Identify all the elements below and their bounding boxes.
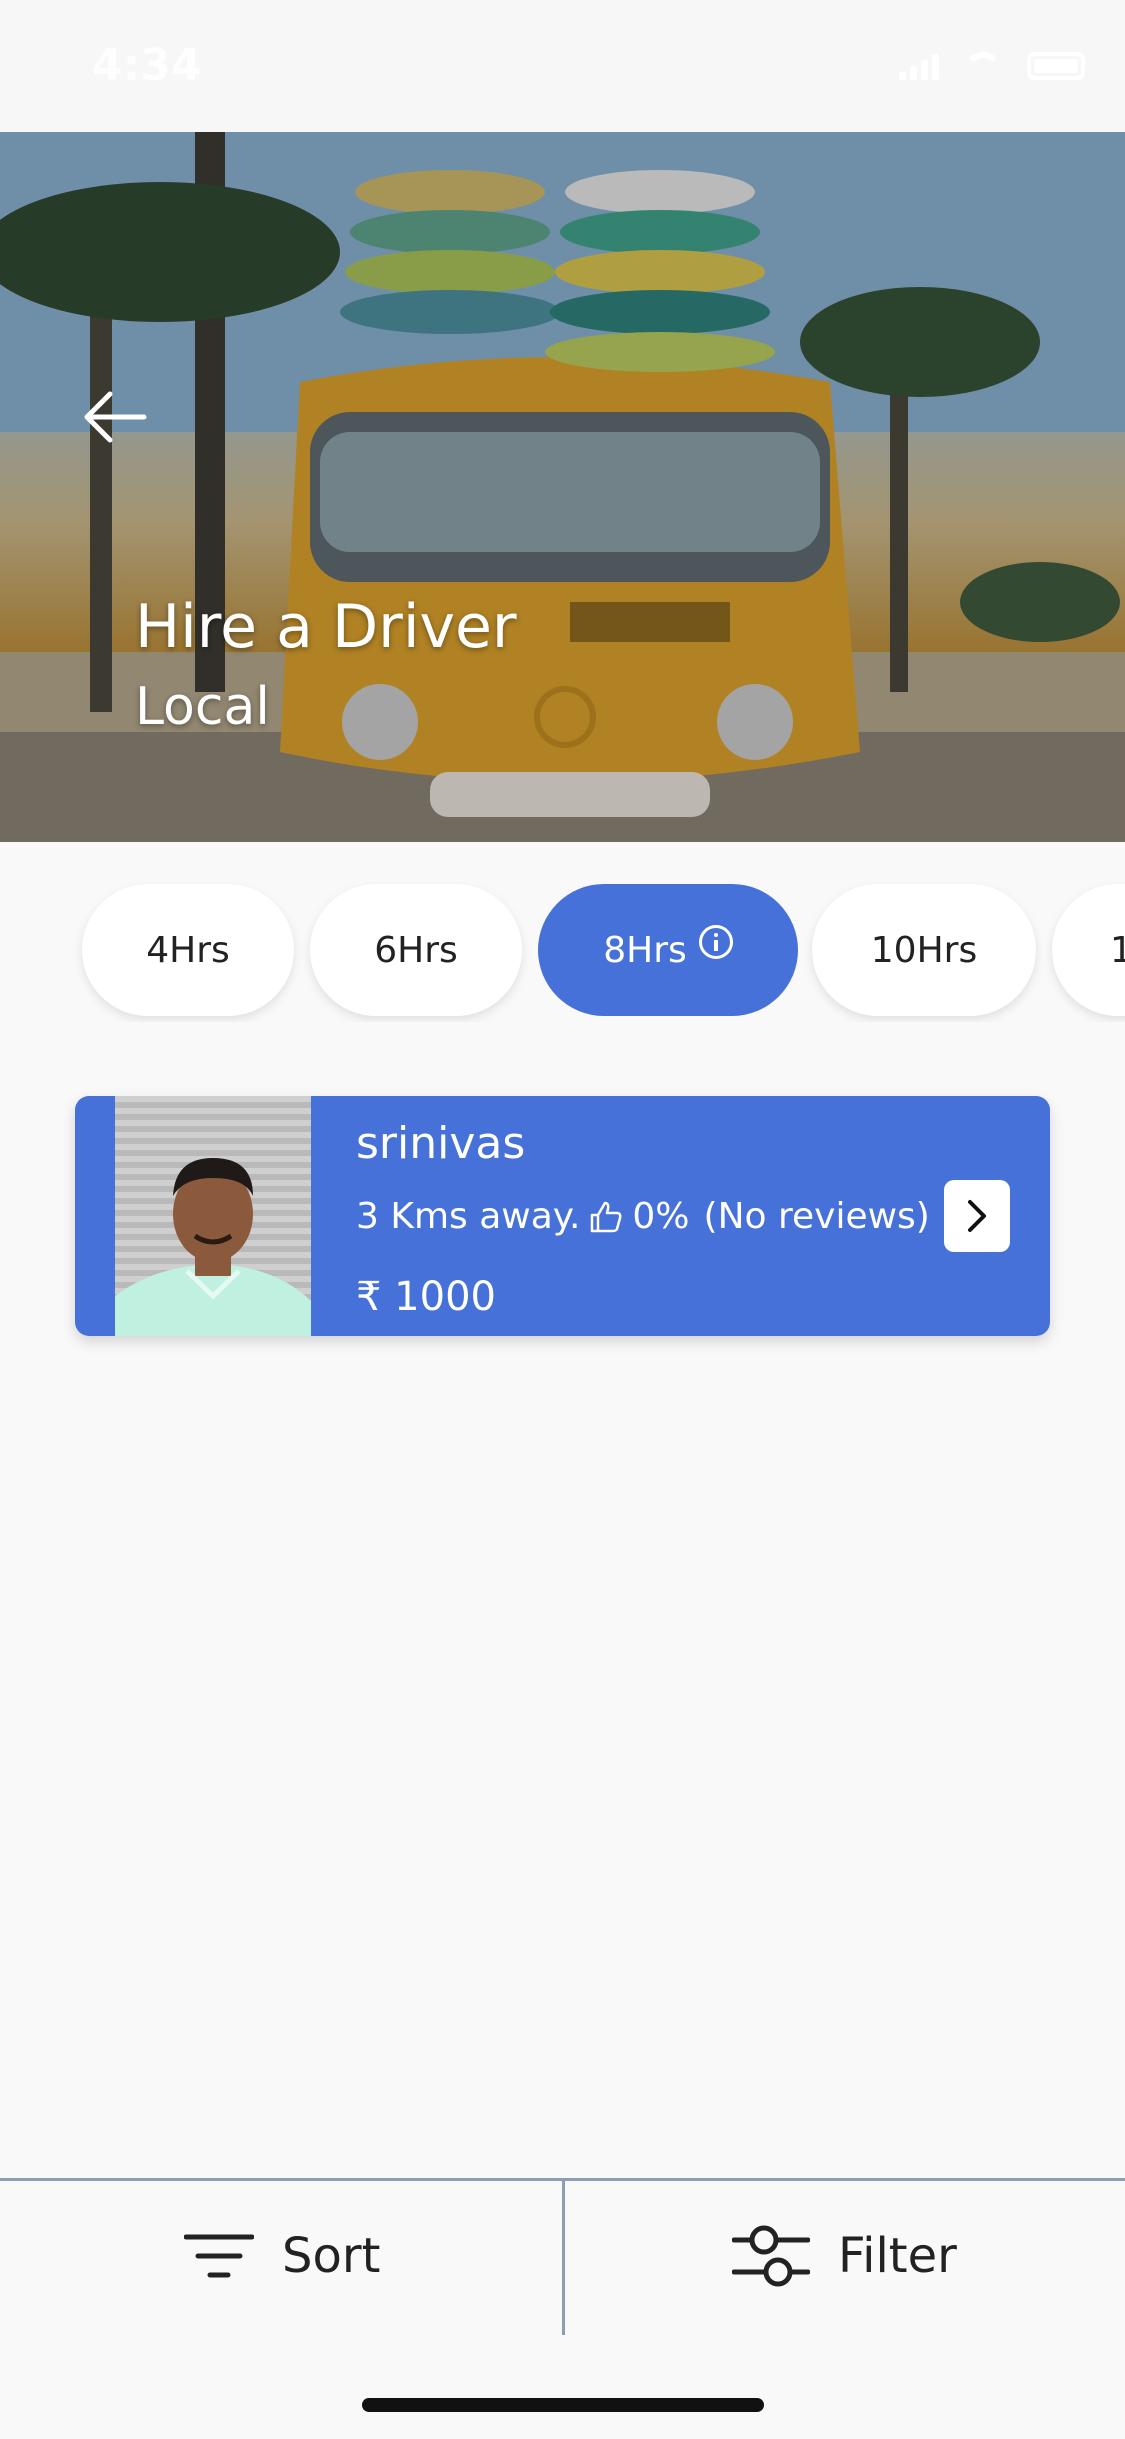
tab-6hrs[interactable]: 6Hrs bbox=[310, 884, 522, 1016]
sort-button[interactable]: Sort bbox=[184, 2201, 380, 2311]
sort-label: Sort bbox=[282, 2228, 381, 2284]
tab-10hrs[interactable]: 10Hrs bbox=[812, 884, 1036, 1016]
driver-distance: 3 Kms away. bbox=[356, 1196, 581, 1237]
bottom-divider bbox=[562, 2181, 565, 2335]
signal-icon bbox=[899, 52, 939, 80]
duration-tabs: 4Hrs 6Hrs 8Hrs 10Hrs 1 bbox=[0, 842, 1125, 1022]
status-icons bbox=[899, 52, 1085, 80]
filter-icon bbox=[732, 2225, 810, 2287]
driver-name: srinivas bbox=[356, 1118, 526, 1169]
filter-button[interactable]: Filter bbox=[732, 2201, 957, 2311]
status-bar: 4:34 bbox=[0, 0, 1125, 132]
tab-label: 10Hrs bbox=[870, 929, 978, 971]
back-button[interactable] bbox=[80, 382, 150, 452]
driver-rating: 0% bbox=[632, 1196, 690, 1237]
driver-avatar bbox=[115, 1096, 311, 1336]
wifi-icon bbox=[963, 52, 1003, 80]
home-indicator bbox=[362, 2398, 764, 2412]
hero-banner: Hire a Driver Local bbox=[0, 132, 1125, 842]
driver-details-button[interactable] bbox=[944, 1180, 1010, 1252]
tab-label: 6Hrs bbox=[374, 929, 458, 971]
status-time: 4:34 bbox=[92, 40, 202, 91]
battery-icon bbox=[1027, 52, 1085, 80]
driver-reviews: (No reviews) bbox=[703, 1196, 930, 1237]
driver-price: ₹ 1000 bbox=[356, 1274, 496, 1320]
tab-label: 1 bbox=[1110, 929, 1125, 971]
page-title: Hire a Driver bbox=[135, 592, 517, 662]
tab-more[interactable]: 1 bbox=[1052, 884, 1125, 1016]
tab-8hrs[interactable]: 8Hrs bbox=[538, 884, 798, 1016]
driver-meta: 3 Kms away. 0% (No reviews) bbox=[356, 1196, 930, 1237]
arrow-left-icon bbox=[84, 391, 147, 443]
sort-icon bbox=[184, 2234, 254, 2278]
chevron-right-icon bbox=[968, 1200, 986, 1232]
tab-label: 4Hrs bbox=[146, 929, 230, 971]
page-subtitle: Local bbox=[135, 677, 270, 737]
thumbs-up-icon bbox=[591, 1201, 622, 1232]
filter-label: Filter bbox=[838, 2228, 957, 2284]
info-icon[interactable] bbox=[698, 925, 733, 959]
tab-label: 8Hrs bbox=[603, 929, 687, 971]
driver-card[interactable]: srinivas 3 Kms away. 0% (No reviews) ₹ 1… bbox=[75, 1096, 1050, 1336]
tab-4hrs[interactable]: 4Hrs bbox=[82, 884, 294, 1016]
